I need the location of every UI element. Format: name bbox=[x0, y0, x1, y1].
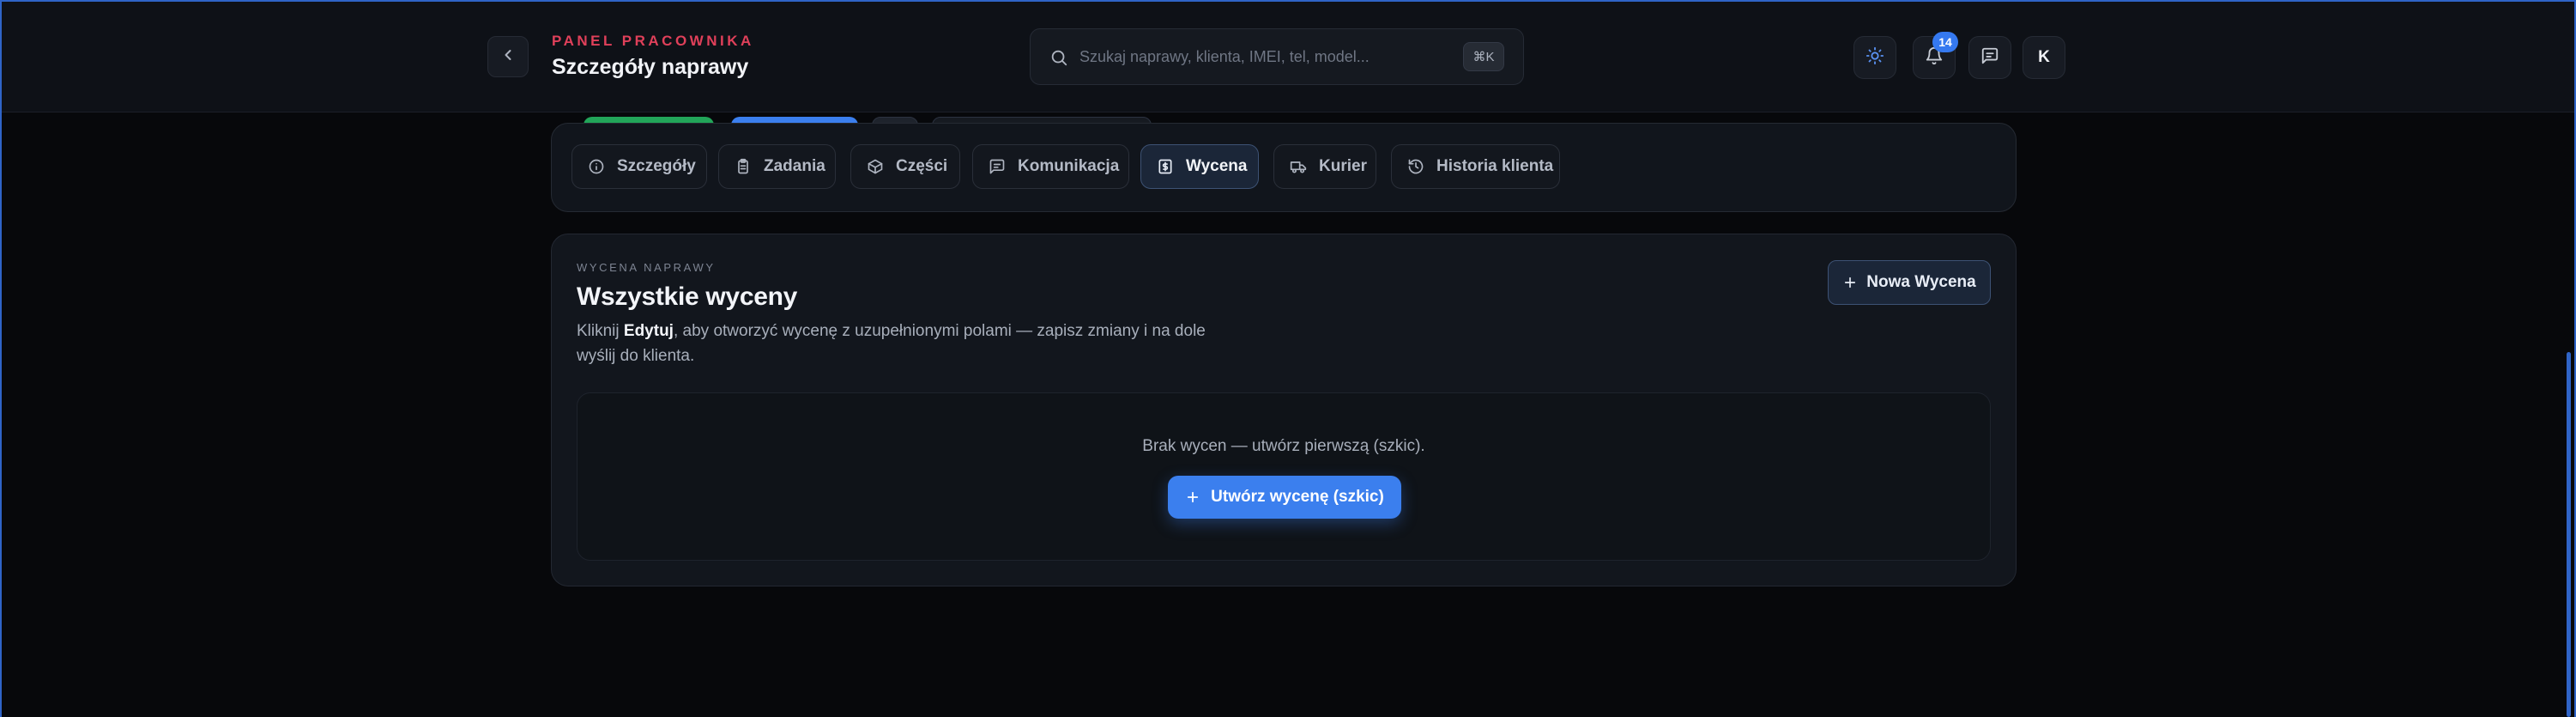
truck-icon bbox=[1290, 161, 1307, 173]
create-draft-label: Utwórz wycenę (szkic) bbox=[1211, 488, 1384, 506]
tab-quote[interactable]: Wycena bbox=[1140, 144, 1259, 189]
card-description: Kliknij Edytuj, aby otworzyć wycenę z uz… bbox=[577, 319, 1229, 368]
header-eyebrow: PANEL PRACOWNIKA bbox=[552, 33, 754, 49]
repair-tabs: Szczegóły Zadania Części Komunikacja Wyc… bbox=[551, 123, 2017, 212]
empty-state: Brak wycen — utwórz pierwszą (szkic). Ut… bbox=[577, 392, 1991, 561]
tab-communication[interactable]: Komunikacja bbox=[972, 144, 1129, 189]
back-button[interactable] bbox=[487, 36, 529, 77]
card-title: Wszystkie wyceny bbox=[577, 283, 797, 311]
clipboard-icon bbox=[738, 158, 748, 174]
desc-text: Kliknij bbox=[577, 322, 624, 340]
new-quote-button[interactable]: Nowa Wycena bbox=[1828, 260, 1991, 305]
theme-toggle-button[interactable] bbox=[1853, 36, 1896, 79]
plus-icon bbox=[1188, 491, 1199, 503]
tab-label: Części bbox=[896, 157, 948, 175]
tab-details[interactable]: Szczegóły bbox=[571, 144, 707, 189]
top-header: PANEL PRACOWNIKA Szczegóły naprawy Szuka… bbox=[0, 0, 2576, 112]
message-square-icon bbox=[1980, 46, 1999, 70]
search-input[interactable]: Szukaj naprawy, klienta, IMEI, tel, mode… bbox=[1079, 48, 1370, 66]
history-icon bbox=[1408, 159, 1424, 174]
user-avatar[interactable]: K bbox=[2023, 36, 2065, 79]
new-quote-label: Nowa Wycena bbox=[1866, 273, 1976, 291]
message-icon bbox=[989, 159, 1005, 174]
card-eyebrow: WYCENA NAPRAWY bbox=[577, 261, 716, 274]
avatar-initial: K bbox=[2038, 48, 2050, 66]
search-icon bbox=[1049, 48, 1068, 71]
sun-icon bbox=[1865, 46, 1884, 70]
tab-label: Kurier bbox=[1319, 157, 1367, 175]
notification-count-badge: 14 bbox=[1932, 32, 1958, 52]
tab-label: Wycena bbox=[1186, 157, 1248, 175]
tab-tasks[interactable]: Zadania bbox=[718, 144, 836, 189]
global-search[interactable]: Szukaj naprawy, klienta, IMEI, tel, mode… bbox=[1030, 28, 1524, 85]
tab-parts[interactable]: Części bbox=[850, 144, 960, 189]
info-icon bbox=[589, 159, 604, 174]
tab-client-history[interactable]: Historia klienta bbox=[1391, 144, 1560, 189]
tab-label: Zadania bbox=[764, 157, 825, 175]
search-shortcut: ⌘K bbox=[1463, 42, 1504, 71]
empty-state-text: Brak wycen — utwórz pierwszą (szkic). bbox=[1142, 437, 1425, 455]
page-title: Szczegóły naprawy bbox=[552, 55, 749, 79]
desc-bold: Edytuj bbox=[623, 322, 674, 340]
tab-courier[interactable]: Kurier bbox=[1273, 144, 1376, 189]
quotes-card: WYCENA NAPRAWY Wszystkie wyceny Kliknij … bbox=[551, 234, 2017, 586]
tab-label: Historia klienta bbox=[1436, 157, 1554, 175]
messages-button[interactable] bbox=[1968, 36, 2011, 79]
package-icon bbox=[868, 159, 883, 174]
dollar-icon bbox=[1158, 159, 1172, 174]
create-draft-quote-button[interactable]: Utwórz wycenę (szkic) bbox=[1168, 476, 1401, 519]
scrollbar-thumb[interactable] bbox=[2567, 352, 2571, 717]
chevron-left-icon bbox=[499, 46, 517, 68]
tab-label: Szczegóły bbox=[617, 157, 696, 175]
plus-icon bbox=[1845, 276, 1856, 289]
tab-label: Komunikacja bbox=[1018, 157, 1120, 175]
